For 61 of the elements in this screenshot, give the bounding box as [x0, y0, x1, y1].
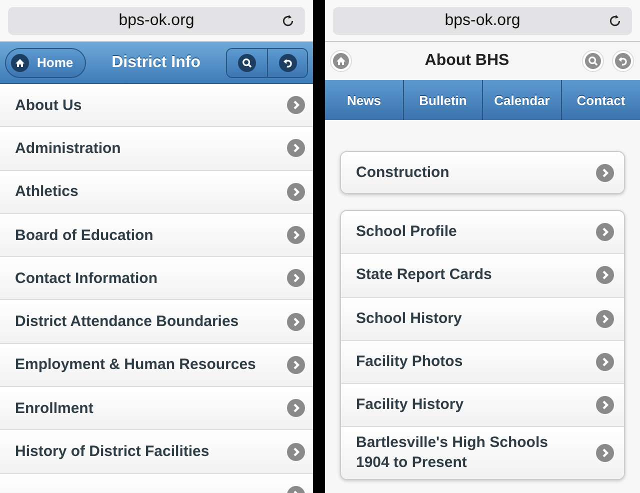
menu-item-label: Contact Information [15, 270, 158, 287]
chevron-icon [596, 396, 614, 414]
page-title: About BHS [424, 52, 510, 70]
chevron-icon [596, 353, 614, 372]
list-item[interactable]: School Profile [341, 211, 624, 254]
url-text: bps-ok.org [444, 12, 520, 30]
page-title: District Info [110, 54, 202, 72]
chevron-icon [596, 310, 614, 328]
list-item[interactable]: Facility History [341, 384, 624, 428]
search-icon [238, 54, 256, 72]
chevron-icon [287, 226, 305, 244]
list-item[interactable]: Construction [341, 152, 624, 193]
menu-item-label: About Us [15, 96, 82, 114]
list-item[interactable]: School History [341, 298, 624, 341]
back-button[interactable] [267, 48, 307, 76]
chevron-icon [287, 356, 305, 374]
chevron-icon [287, 399, 305, 418]
menu-item-label: District Attendance Boundaries [15, 313, 239, 330]
nav-tab[interactable]: Contact [562, 80, 640, 120]
chevron-icon [287, 312, 305, 331]
list-item-label: School History [356, 308, 462, 329]
menu-item-label: Administration [15, 140, 121, 157]
chevron-icon [596, 266, 614, 284]
home-icon [11, 54, 29, 72]
back-icon [278, 54, 296, 72]
list-item[interactable]: Bartlesville's High Schools 1904 to Present [341, 427, 624, 480]
nav-tab[interactable]: Bulletin [404, 80, 483, 120]
nav-tab[interactable]: Calendar [483, 80, 562, 120]
list-item-label: Bartlesville's High Schools 1904 to Present [356, 433, 549, 474]
list-item-label: Construction [356, 162, 450, 182]
chevron-icon [287, 139, 305, 158]
home-icon[interactable] [330, 50, 352, 72]
menu-item-label: Board of Education [15, 226, 154, 244]
list-item[interactable]: State Report Cards [341, 254, 624, 298]
reload-icon[interactable] [608, 14, 622, 28]
menu-item-label: Athletics [15, 183, 78, 200]
back-icon[interactable] [612, 50, 634, 72]
list-item-label: Facility History [356, 395, 464, 416]
list-item[interactable]: Facility Photos [341, 340, 624, 384]
menu-item[interactable]: Athletics [0, 170, 313, 214]
search-button[interactable] [227, 48, 267, 76]
chevron-icon [596, 444, 614, 462]
chevron-icon [287, 442, 305, 461]
chevron-icon [596, 164, 614, 182]
menu-item-label: History of District Facilities [15, 443, 210, 460]
nav-tab[interactable]: News [325, 80, 404, 120]
chevron-icon [287, 269, 305, 288]
address-bar[interactable]: bps-ok.org [8, 6, 305, 34]
search-icon[interactable] [582, 50, 604, 72]
chevron-icon [287, 182, 305, 201]
menu-item-label: Enrollment [15, 400, 94, 417]
list-item-label: Facility Photos [356, 352, 463, 372]
menu-item-label: Employment & Human Resources [15, 356, 256, 374]
list-item-label: State Report Cards [356, 265, 492, 286]
url-text: bps-ok.org [118, 12, 194, 30]
reload-icon[interactable] [281, 14, 295, 28]
address-bar[interactable]: bps-ok.org [333, 6, 632, 34]
chevron-icon [287, 96, 305, 114]
chevron-icon [596, 223, 614, 242]
home-button[interactable]: Home [5, 48, 86, 78]
list-item-label: School Profile [356, 222, 457, 242]
